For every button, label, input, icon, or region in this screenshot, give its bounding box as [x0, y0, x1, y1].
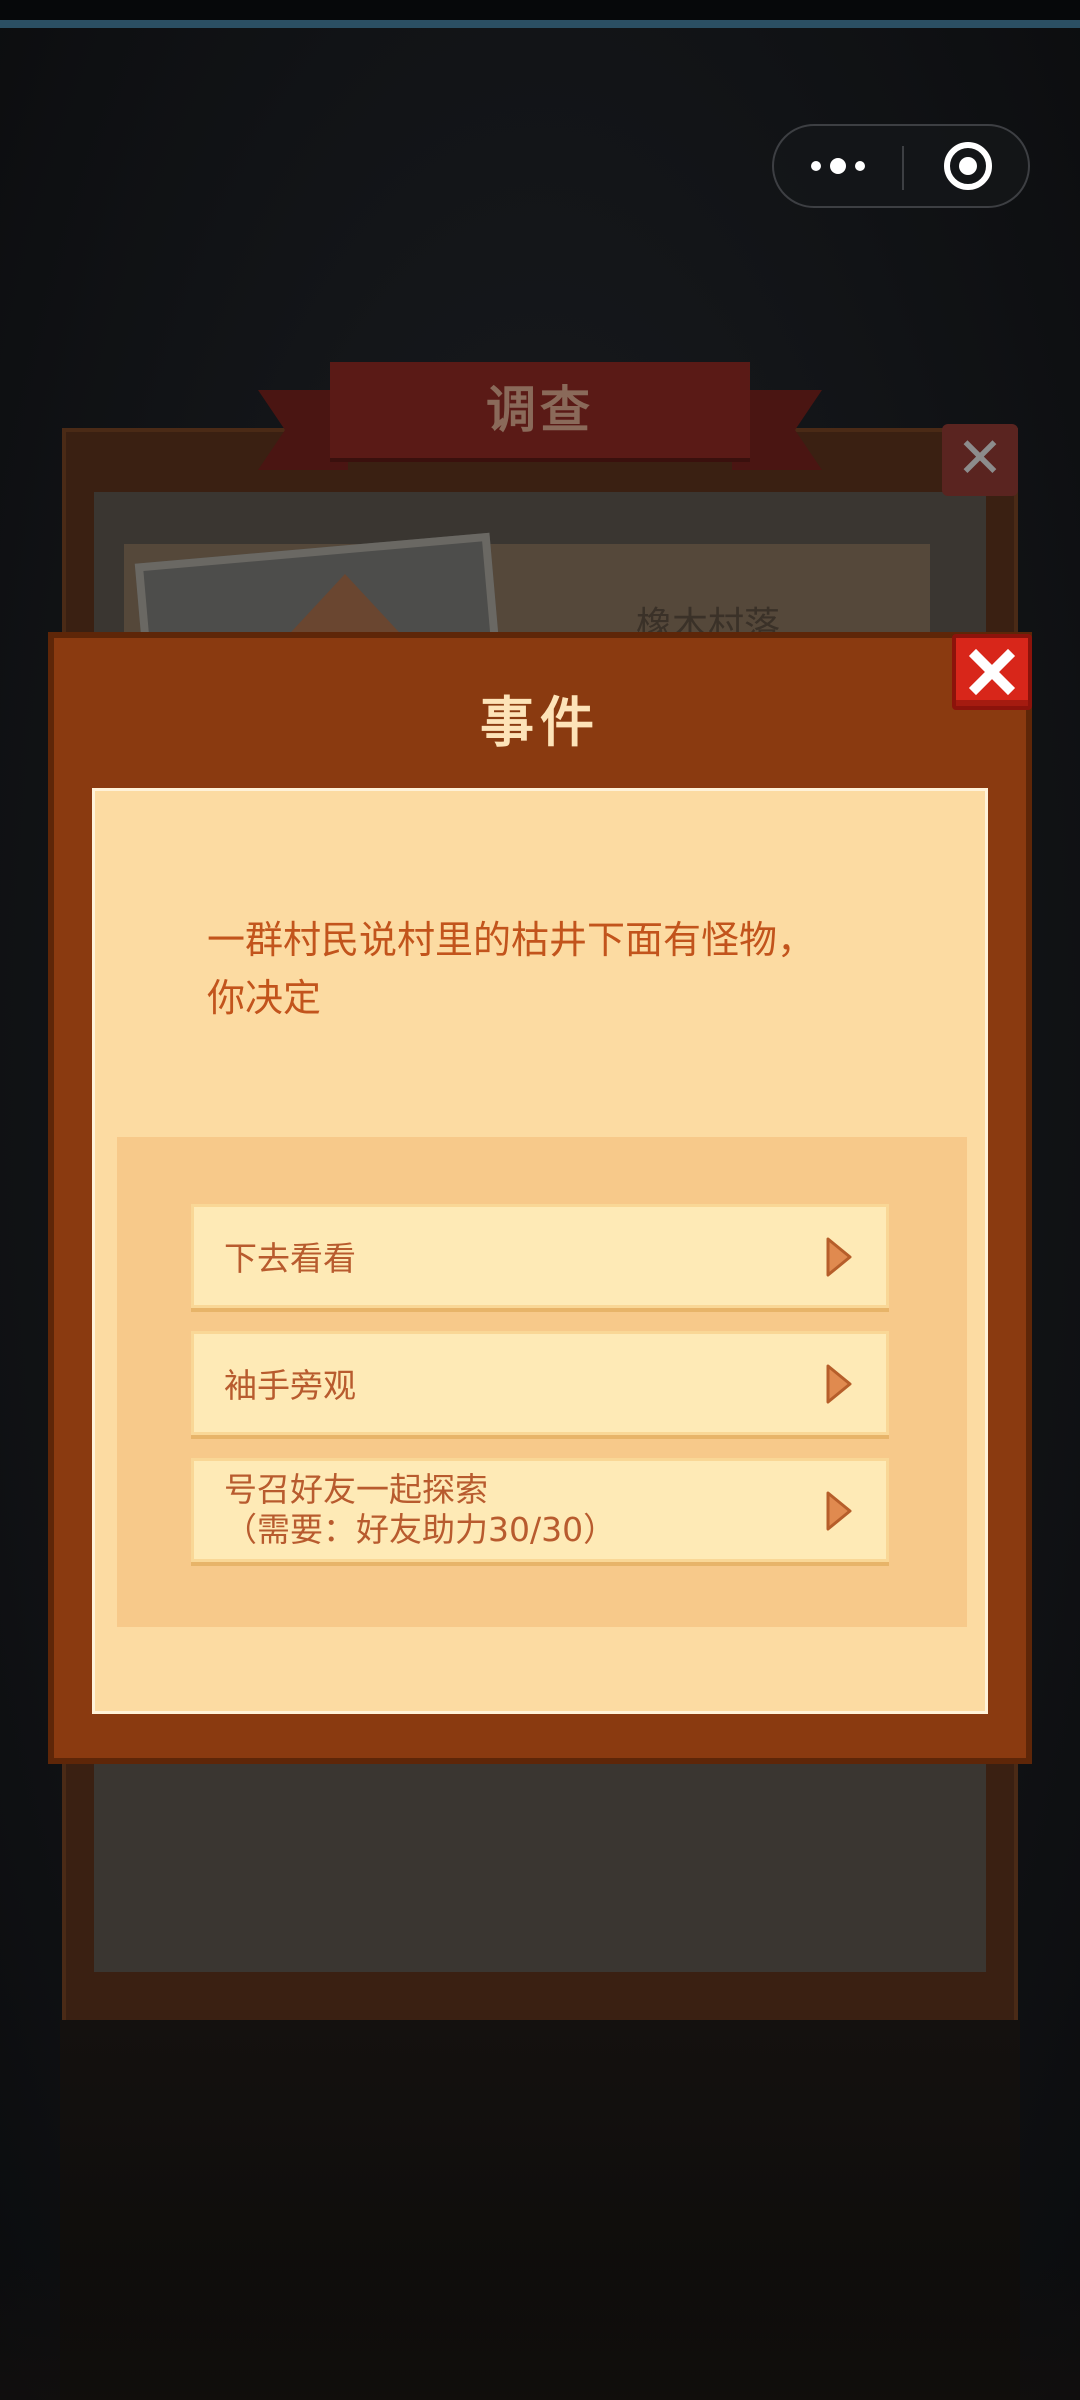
bottom-fade — [0, 2260, 1080, 2400]
choice-go-down-button[interactable]: 下去看看 — [191, 1204, 889, 1308]
event-description: 一群村民说村里的枯井下面有怪物， 你决定 — [207, 911, 887, 1027]
choice-label: 下去看看 — [224, 1239, 356, 1278]
close-icon[interactable] — [952, 634, 1032, 710]
more-dots-icon[interactable] — [774, 126, 902, 206]
play-arrow-icon — [826, 1491, 852, 1531]
choice-stand-by-button[interactable]: 袖手旁观 — [191, 1331, 889, 1435]
status-bar — [0, 0, 1080, 20]
choice-label: 号召好友一起探索 （需要：好友助力30/30） — [224, 1461, 616, 1559]
top-accent-line — [0, 20, 1080, 28]
event-description-line1: 一群村民说村里的枯井下面有怪物， — [207, 918, 816, 962]
event-body: 一群村民说村里的枯井下面有怪物， 你决定 下去看看 袖手旁观 号召好友一起探索 … — [92, 788, 988, 1714]
investigation-title: 调查 — [486, 381, 594, 439]
miniprogram-capsule — [772, 124, 1030, 208]
play-arrow-icon — [826, 1237, 852, 1277]
choice-list: 下去看看 袖手旁观 号召好友一起探索 （需要：好友助力30/30） — [117, 1137, 967, 1627]
choice-label: 袖手旁观 — [224, 1366, 356, 1405]
choice-call-friends-button[interactable]: 号召好友一起探索 （需要：好友助力30/30） — [191, 1458, 889, 1562]
capsule-divider — [902, 146, 904, 190]
target-circle-icon[interactable] — [944, 142, 992, 190]
play-arrow-icon — [826, 1364, 852, 1404]
close-icon[interactable]: ✕ — [942, 424, 1018, 496]
choice-label-line1: 号召好友一起探索 — [224, 1470, 488, 1509]
choice-label-line2: （需要：好友助力30/30） — [224, 1510, 617, 1549]
close-x-glyph — [968, 648, 1016, 696]
event-description-line2: 你决定 — [207, 976, 322, 1020]
event-title: 事件 — [480, 691, 600, 754]
game-screen: 调查 ✕ 橡木村落 事件 一群村民说村里的枯井下面有怪物， 你决定 下去看看 袖… — [0, 0, 1080, 2400]
